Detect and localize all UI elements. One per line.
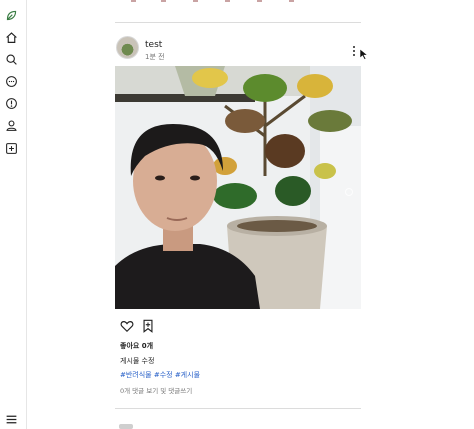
new-post-icon[interactable] — [4, 141, 18, 155]
bookmark-icon[interactable] — [141, 318, 155, 333]
previous-post-edge — [131, 0, 331, 3]
next-post-edge — [119, 424, 133, 429]
menu-icon[interactable] — [4, 412, 18, 426]
avatar[interactable] — [116, 36, 139, 59]
post-time: 1분 전 — [145, 53, 165, 61]
post-divider — [115, 408, 361, 409]
carousel-next-icon[interactable] — [345, 188, 353, 196]
feed: test 1분 전 좋아요 0개 게시물 수정 #반려식물 #수정 #게시물 0… — [115, 0, 369, 429]
username[interactable]: test — [145, 40, 162, 50]
likes-count: 좋아요 0개 — [120, 342, 154, 350]
sidebar — [0, 0, 27, 429]
post-header: test 1분 전 — [115, 34, 369, 62]
more-options-icon[interactable] — [351, 46, 357, 58]
view-comments-link[interactable]: 0개 댓글 보기 및 댓글쓰기 — [120, 385, 192, 395]
post-photo[interactable] — [115, 66, 361, 309]
mouse-cursor-icon — [359, 48, 369, 60]
post-divider — [115, 22, 361, 23]
notification-icon[interactable] — [4, 96, 18, 110]
post-actions — [120, 318, 180, 334]
post-caption: 게시물 수정 — [120, 357, 155, 365]
leaf-logo-icon[interactable] — [4, 8, 18, 22]
heart-icon[interactable] — [120, 318, 134, 333]
post-hashtags[interactable]: #반려식물 #수정 #게시물 — [120, 370, 200, 380]
home-icon[interactable] — [4, 30, 18, 44]
search-icon[interactable] — [4, 52, 18, 66]
chat-icon[interactable] — [4, 74, 18, 88]
profile-icon[interactable] — [4, 118, 18, 132]
